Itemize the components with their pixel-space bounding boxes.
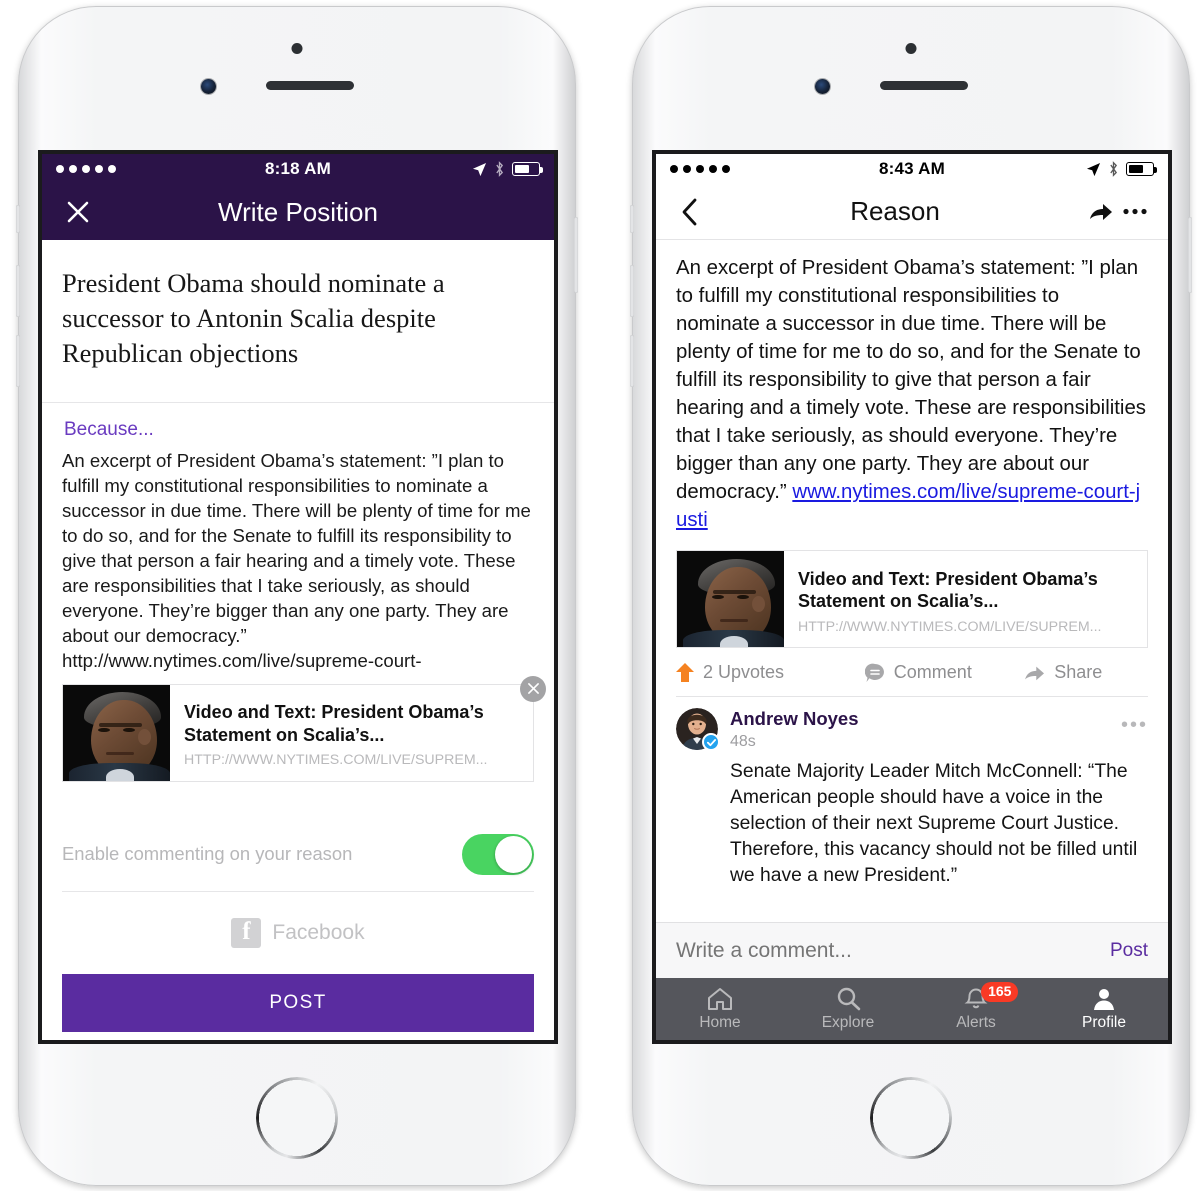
left-phone-screen: 8:18 AM Write Position President Obama s… bbox=[38, 150, 558, 1044]
volume-down-button[interactable] bbox=[630, 335, 634, 387]
tab-explore-label: Explore bbox=[821, 1013, 875, 1031]
volume-up-button[interactable] bbox=[630, 265, 634, 317]
tab-home-label: Home bbox=[699, 1013, 741, 1031]
comment-timestamp: 48s bbox=[730, 733, 756, 751]
power-button[interactable] bbox=[574, 217, 578, 293]
remove-link-close-icon[interactable] bbox=[520, 675, 546, 702]
comment-author[interactable]: Andrew Noyes bbox=[730, 708, 859, 730]
screenshot-stage: 8:18 AM Write Position President Obama s… bbox=[0, 0, 1200, 1191]
upvote-icon bbox=[676, 663, 694, 683]
facebook-share-row[interactable]: Facebook bbox=[42, 892, 554, 970]
iphone-right-device: 8:43 AM Reason An excerpt of President O… bbox=[630, 6, 1192, 1186]
comment-action[interactable]: Comment bbox=[864, 662, 1025, 683]
post-action-bar: 2 Upvotes Comment Share bbox=[656, 648, 1168, 696]
tab-profile-label: Profile bbox=[1082, 1013, 1126, 1031]
reason-textarea[interactable]: An excerpt of President Obama’s statemen… bbox=[42, 445, 554, 676]
location-arrow-icon bbox=[472, 162, 487, 176]
comment-text: Senate Majority Leader Mitch McConnell: … bbox=[730, 761, 1138, 886]
more-horizontal-icon[interactable] bbox=[1118, 192, 1152, 232]
reason-body: An excerpt of President Obama’s statemen… bbox=[656, 240, 1168, 534]
home-button[interactable] bbox=[870, 1077, 952, 1159]
silent-switch[interactable] bbox=[16, 205, 20, 233]
comment-input-bar: Post bbox=[656, 922, 1168, 978]
iphone-left-device: 8:18 AM Write Position President Obama s… bbox=[16, 6, 578, 1186]
chevron-left-icon[interactable] bbox=[672, 192, 706, 232]
link-title: Video and Text: President Obama’s Statem… bbox=[798, 568, 1098, 612]
home-button[interactable] bbox=[256, 1077, 338, 1159]
upvote-action[interactable]: 2 Upvotes bbox=[676, 662, 865, 683]
link-thumbnail-image bbox=[677, 551, 784, 648]
enable-commenting-row[interactable]: Enable commenting on your reason bbox=[62, 820, 534, 892]
link-thumbnail-image bbox=[63, 684, 170, 781]
verified-badge-icon bbox=[702, 733, 720, 752]
bluetooth-icon bbox=[1110, 161, 1118, 177]
facebook-icon bbox=[231, 917, 262, 948]
tab-alerts-label: Alerts bbox=[956, 1013, 996, 1031]
earpiece-speaker bbox=[880, 81, 968, 90]
page-title: Write Position bbox=[218, 196, 378, 227]
upvote-label: 2 Upvotes bbox=[703, 662, 785, 683]
bluetooth-icon bbox=[496, 161, 504, 177]
comment-post-button[interactable]: Post bbox=[1110, 940, 1148, 962]
facebook-label: Facebook bbox=[272, 920, 365, 944]
navbar-spacer bbox=[498, 192, 538, 232]
home-icon bbox=[708, 987, 732, 1010]
post-button[interactable]: POST bbox=[62, 973, 534, 1032]
page-title: Reason bbox=[850, 196, 940, 226]
link-preview-wrapper: Video and Text: President Obama’s Statem… bbox=[42, 675, 554, 782]
reason-navbar: Reason bbox=[656, 184, 1168, 240]
link-preview-card[interactable]: Video and Text: President Obama’s Statem… bbox=[676, 550, 1148, 649]
share-icon[interactable] bbox=[1084, 192, 1118, 232]
power-button[interactable] bbox=[1188, 217, 1192, 293]
reason-body-text: An excerpt of President Obama’s statemen… bbox=[676, 257, 1147, 504]
alerts-badge: 165 bbox=[981, 982, 1019, 1002]
front-camera bbox=[201, 79, 216, 94]
bottom-tab-bar: Home Explore 165 Alerts Profile bbox=[656, 978, 1168, 1040]
status-bar-right: 8:43 AM bbox=[656, 154, 1168, 184]
enable-commenting-toggle[interactable] bbox=[462, 833, 534, 875]
search-icon bbox=[837, 987, 860, 1010]
link-url: HTTP://WWW.NYTIMES.COM/LIVE/SUPREM... bbox=[184, 752, 488, 769]
share-label: Share bbox=[1054, 662, 1103, 683]
person-icon bbox=[1094, 988, 1114, 1010]
volume-down-button[interactable] bbox=[16, 335, 20, 387]
signal-dots-icon bbox=[670, 165, 790, 173]
battery-icon bbox=[512, 162, 543, 176]
link-preview-wrapper: Video and Text: President Obama’s Statem… bbox=[656, 534, 1168, 649]
right-phone-screen: 8:43 AM Reason An excerpt of President O… bbox=[652, 150, 1172, 1044]
proximity-sensor bbox=[905, 43, 917, 54]
front-camera bbox=[815, 79, 830, 94]
comment-icon bbox=[864, 663, 884, 682]
tab-explore[interactable]: Explore bbox=[784, 978, 912, 1040]
comment-item: Andrew Noyes 48s ••• Senate Majority Lea… bbox=[676, 696, 1148, 898]
status-time: 8:18 AM bbox=[265, 159, 331, 178]
comment-input[interactable] bbox=[676, 938, 1110, 963]
status-time: 8:43 AM bbox=[879, 159, 945, 178]
link-title: Video and Text: President Obama’s Statem… bbox=[184, 702, 484, 745]
comment-more-horizontal-icon[interactable]: ••• bbox=[1121, 714, 1148, 737]
enable-commenting-label: Enable commenting on your reason bbox=[62, 843, 353, 865]
link-preview-card[interactable]: Video and Text: President Obama’s Statem… bbox=[62, 683, 534, 782]
battery-icon bbox=[1126, 162, 1157, 176]
tab-profile[interactable]: Profile bbox=[1040, 978, 1168, 1040]
write-position-navbar: Write Position bbox=[42, 184, 554, 240]
status-bar-left: 8:18 AM bbox=[42, 154, 554, 184]
position-title-text[interactable]: President Obama should nominate a succes… bbox=[42, 240, 554, 403]
silent-switch[interactable] bbox=[630, 205, 634, 233]
comment-label: Comment bbox=[893, 662, 972, 683]
because-label: Because... bbox=[64, 418, 154, 440]
location-arrow-icon bbox=[1086, 162, 1101, 176]
tab-home[interactable]: Home bbox=[656, 978, 784, 1040]
proximity-sensor bbox=[291, 43, 303, 54]
earpiece-speaker bbox=[266, 81, 354, 90]
link-url: HTTP://WWW.NYTIMES.COM/LIVE/SUPREM... bbox=[798, 618, 1102, 635]
volume-up-button[interactable] bbox=[16, 265, 20, 317]
share-icon bbox=[1025, 666, 1045, 681]
signal-dots-icon bbox=[56, 165, 176, 173]
avatar[interactable] bbox=[676, 708, 720, 752]
close-icon[interactable] bbox=[58, 192, 98, 232]
share-action[interactable]: Share bbox=[1025, 662, 1148, 683]
tab-alerts[interactable]: 165 Alerts bbox=[912, 978, 1040, 1040]
post-button-label: POST bbox=[269, 991, 327, 1013]
